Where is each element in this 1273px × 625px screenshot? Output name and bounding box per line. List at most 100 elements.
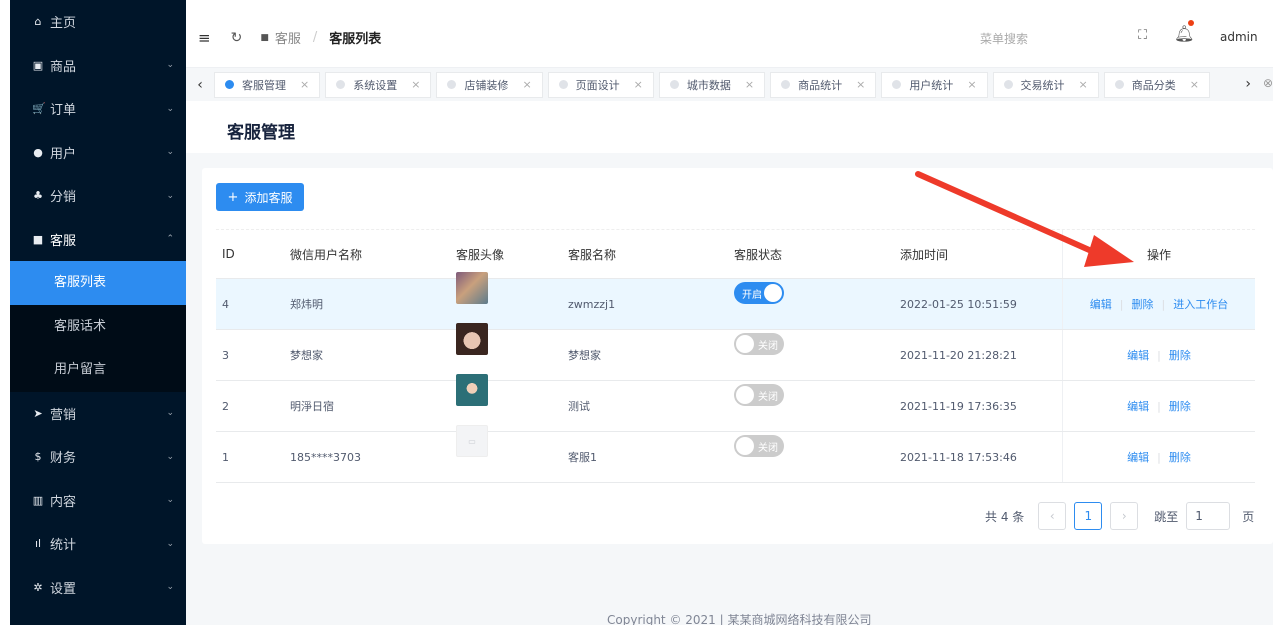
sidebar-subitem[interactable]: 客服列表 (10, 261, 186, 305)
tab-item[interactable]: 店铺装修 × (436, 71, 543, 98)
avatar[interactable]: ▭ (456, 425, 488, 457)
column-header: ID (222, 247, 235, 261)
tab-item[interactable]: 页面设计 × (547, 71, 654, 98)
close-icon[interactable]: × (634, 78, 643, 91)
delete-link[interactable]: 删除 (1132, 296, 1154, 312)
sidebar-subitem[interactable]: 用户留言 (10, 348, 186, 392)
close-icon[interactable]: × (1190, 78, 1199, 91)
column-header: 操作 (1062, 230, 1255, 278)
refresh-icon[interactable]: ↻ (231, 30, 243, 46)
sidebar-item[interactable]: ıl 统计 ⌄ (10, 522, 186, 566)
sidebar-item-label: 内容 (50, 494, 77, 510)
user-menu[interactable]: admin (1220, 30, 1258, 44)
tab-item[interactable]: 客服管理 × (214, 71, 321, 98)
delete-link[interactable]: 删除 (1169, 398, 1191, 414)
close-icon[interactable]: × (856, 78, 865, 91)
jump-page-input[interactable]: 1 (1186, 502, 1231, 530)
menu-toggle-icon[interactable]: ≡ (198, 29, 211, 47)
tabs-scroll-right-icon[interactable]: › (1245, 76, 1251, 92)
edit-link[interactable]: 编辑 (1127, 398, 1149, 414)
status-toggle[interactable]: 开启 (734, 282, 784, 304)
service-name: 梦想家 (568, 349, 601, 362)
wechat-name: 185****3703 (290, 450, 361, 464)
chevron-icon: ⌄ (166, 103, 174, 114)
close-icon[interactable]: × (745, 78, 754, 91)
close-icon[interactable]: × (300, 78, 309, 91)
fullscreen-icon[interactable]: ⛶ (1138, 28, 1147, 43)
tab-item[interactable]: 交易统计 × (992, 71, 1099, 98)
sidebar-item[interactable]: ♣ 分销 ⌄ (10, 174, 186, 218)
action-separator: | (1119, 297, 1124, 311)
status-toggle[interactable]: 关闭 (734, 384, 784, 406)
table-row[interactable]: 3 梦想家 梦想家 关闭 2021-11-20 21:28:21 编辑 | 删除 (216, 323, 1255, 381)
tab-label: 客服管理 (242, 78, 286, 92)
tab-label: 商品分类 (1131, 78, 1176, 92)
add-service-button[interactable]: + 添加客服 (216, 183, 304, 211)
sidebar-item[interactable]: ➤ 营销 ⌄ (10, 392, 186, 436)
tab-item[interactable]: 用户统计 × (881, 71, 988, 98)
sidebar-item[interactable]: $ 财务 ⌄ (10, 435, 186, 479)
next-page-button[interactable]: › (1110, 502, 1139, 530)
tab-label: 商品统计 (798, 78, 843, 92)
action-separator: | (1157, 348, 1161, 362)
sidebar-item[interactable]: ■ 客服 ⌃ (10, 218, 186, 262)
tab-label: 用户统计 (909, 78, 954, 92)
send-icon: ➤ (33, 406, 43, 420)
sidebar-item[interactable]: ▣ 商品 ⌄ (10, 44, 186, 88)
sidebar-item[interactable]: ✲ 设置 ⌄ (10, 566, 186, 610)
close-icon[interactable]: × (522, 78, 531, 91)
page-suffix: 页 (1242, 509, 1255, 524)
avatar-cell: ▭ (456, 425, 488, 473)
sidebar-item[interactable]: ⌂ 主页 (10, 0, 186, 44)
enter-workbench-link[interactable]: 进入工作台 (1173, 296, 1228, 312)
close-icon[interactable]: × (967, 78, 976, 91)
status-toggle[interactable]: 关闭 (734, 435, 784, 457)
sidebar-item-label: 统计 (50, 538, 77, 554)
table-row[interactable]: 2 明淨日宿 测试 关闭 2021-11-19 17:36:35 编辑 | 删除 (216, 374, 1255, 432)
dollar-icon: $ (34, 450, 42, 464)
wechat-name: 郑炜明 (290, 298, 323, 311)
avatar[interactable] (456, 374, 488, 406)
table-row[interactable]: 1 185****3703 ▭ 客服1 关闭 2021-11-18 17:53:46 编辑 |… (216, 425, 1255, 483)
edit-link[interactable]: 编辑 (1090, 296, 1112, 312)
sidebar-item[interactable]: ▥ 内容 ⌄ (10, 479, 186, 523)
bar-chart-icon: ıl (34, 537, 42, 551)
bell-icon[interactable]: 🔔︎ (1174, 24, 1194, 43)
close-icon[interactable]: × (411, 78, 420, 91)
status-toggle-label: 关闭 (758, 442, 778, 454)
chevron-icon: ⌄ (166, 190, 174, 201)
table-row[interactable]: 4 郑炜明 zwmzzj1 开启 2022-01-25 10:51:59 编辑 | 删除 | 进入… (216, 272, 1255, 330)
tab-item[interactable]: 商品分类 × (1103, 71, 1210, 98)
sidebar-item-label: 用户 (50, 146, 77, 162)
edit-link[interactable]: 编辑 (1127, 449, 1149, 465)
chevron-icon: ⌄ (166, 147, 174, 158)
plus-icon: + (227, 189, 239, 205)
chevron-icon: ⌃ (166, 234, 174, 245)
tabs-scroll-left-icon[interactable]: ‹ (186, 77, 214, 93)
menu-search-input[interactable]: 菜单搜索 (980, 30, 1028, 47)
tab-item[interactable]: 商品统计 × (770, 71, 877, 98)
status-toggle[interactable]: 关闭 (734, 333, 784, 355)
avatar[interactable] (456, 323, 488, 355)
delete-link[interactable]: 删除 (1169, 449, 1191, 465)
sidebar-item[interactable]: ● 用户 ⌄ (10, 131, 186, 175)
tab-item[interactable]: 系统设置 × (325, 71, 432, 98)
close-all-icon[interactable]: ⊗ (1263, 76, 1273, 90)
action-separator: | (1157, 399, 1161, 413)
delete-link[interactable]: 删除 (1169, 347, 1191, 363)
tab-item[interactable]: 城市数据 × (658, 71, 766, 98)
distribution-icon: ♣ (33, 189, 43, 203)
close-icon[interactable]: × (1079, 78, 1088, 91)
edit-link[interactable]: 编辑 (1127, 347, 1149, 363)
sidebar-subitem[interactable]: 客服话术 (10, 305, 186, 349)
prev-page-button[interactable]: ‹ (1038, 502, 1067, 530)
actions-cell: 编辑 | 删除 (1062, 432, 1255, 482)
tab-label: 城市数据 (686, 78, 731, 92)
avatar[interactable] (456, 272, 488, 304)
chevron-icon: ⌄ (166, 60, 174, 71)
breadcrumb-parent[interactable]: 客服 (275, 28, 301, 47)
wechat-name: 明淨日宿 (290, 400, 334, 413)
sidebar-item[interactable]: 🛒 订单 ⌄ (10, 87, 186, 131)
pagination-total: 共 4 条 (985, 509, 1025, 524)
page-number-button[interactable]: 1 (1074, 502, 1103, 530)
